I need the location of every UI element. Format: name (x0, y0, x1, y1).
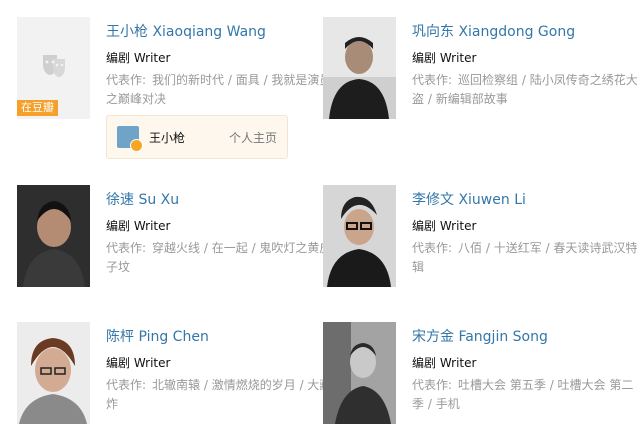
person-name-link[interactable]: 徐速 Su Xu (106, 191, 332, 209)
work-link[interactable]: 激情燃烧的岁月 (212, 378, 296, 392)
badge-icon (130, 139, 143, 152)
photo-placeholder[interactable]: 在豆瓣 (17, 17, 90, 119)
person-name-link[interactable]: 陈枰 Ping Chen (106, 328, 332, 346)
person-name-link[interactable]: 巩向东 Xiangdong Gong (412, 23, 638, 41)
person-name-link[interactable]: 李修文 Xiuwen Li (412, 191, 638, 209)
person-name-link[interactable]: 王小枪 Xiaoqiang Wang (106, 23, 332, 41)
work-link[interactable]: 十送红军 (494, 241, 542, 255)
person-photo[interactable] (17, 185, 90, 287)
works-label: 代表作: (106, 241, 147, 255)
portrait-image (17, 185, 90, 287)
person-photo[interactable] (17, 322, 90, 424)
work-link[interactable]: 巡回检察组 (458, 73, 518, 87)
representative-works: 代表作: 巡回检察组 / 陆小凤传奇之绣花大盗 / 新编辑部故事 (412, 73, 638, 106)
work-link[interactable]: 我们的新时代 (152, 73, 224, 87)
work-link[interactable]: 八佰 (458, 241, 482, 255)
person-role: 编剧 Writer (412, 219, 477, 233)
works-label: 代表作: (412, 241, 453, 255)
portrait-image (17, 322, 90, 424)
works-label: 代表作: (106, 73, 147, 87)
work-link[interactable]: 新编辑部故事 (436, 92, 508, 106)
on-douban-tag: 在豆瓣 (17, 100, 58, 116)
portrait-image (323, 17, 396, 119)
portrait-image (323, 185, 396, 287)
representative-works: 代表作: 吐槽大会 第五季 / 吐槽大会 第二季 / 手机 (412, 378, 634, 411)
person-role: 编剧 Writer (106, 356, 171, 370)
representative-works: 代表作: 我们的新时代 / 面具 / 我就是演员之巅峰对决 (106, 73, 332, 106)
person-role: 编剧 Writer (106, 51, 171, 65)
person-photo[interactable] (323, 17, 396, 119)
person-role: 编剧 Writer (412, 51, 477, 65)
personal-name: 王小枪 (149, 131, 186, 145)
person-photo[interactable] (323, 322, 396, 424)
person-role: 编剧 Writer (106, 219, 171, 233)
works-label: 代表作: (106, 378, 147, 392)
personal-page-box[interactable]: 王小枪 个人主页 (106, 115, 288, 159)
representative-works: 代表作: 穿越火线 / 在一起 / 鬼吹灯之黄皮子坟 (106, 241, 332, 274)
work-link[interactable]: 北辙南辕 (152, 378, 200, 392)
work-link[interactable]: 手机 (436, 397, 460, 411)
work-link[interactable]: 面具 (236, 73, 260, 87)
portrait-image (323, 322, 396, 424)
works-label: 代表作: (412, 378, 453, 392)
representative-works: 代表作: 北辙南辕 / 激情燃烧的岁月 / 大藏炸 (106, 378, 332, 411)
person-photo[interactable] (323, 185, 396, 287)
work-link[interactable]: 穿越火线 (152, 241, 200, 255)
representative-works: 代表作: 八佰 / 十送红军 / 春天读诗武汉特辑 (412, 241, 638, 274)
works-label: 代表作: (412, 73, 453, 87)
personal-homepage-link[interactable]: 个人主页 (229, 129, 277, 146)
work-link[interactable]: 在一起 (212, 241, 248, 255)
avatar (117, 126, 143, 152)
person-role: 编剧 Writer (412, 356, 477, 370)
work-link[interactable]: 吐槽大会 第五季 (458, 378, 546, 392)
person-name-link[interactable]: 宋方金 Fangjin Song (412, 328, 638, 346)
